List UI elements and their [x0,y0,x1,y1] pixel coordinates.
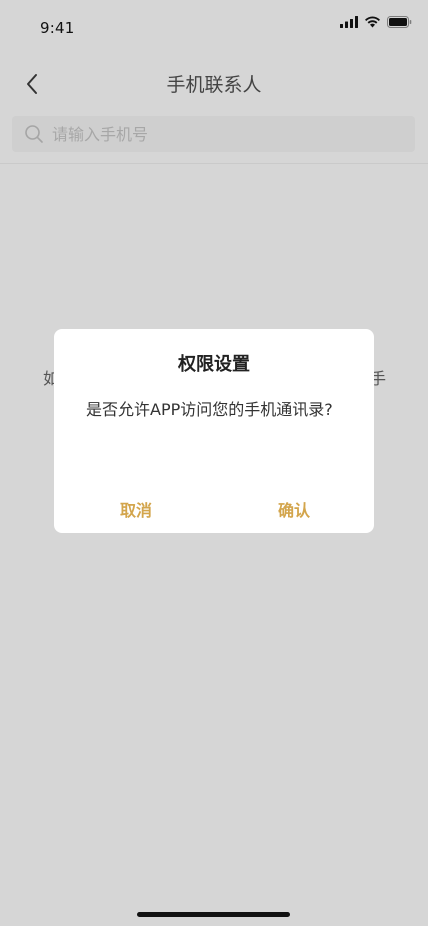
divider [0,163,428,164]
cellular-signal-icon [340,16,358,28]
nav-bar: 手机联系人 [0,60,428,106]
permission-dialog: 权限设置 是否允许APP访问您的手机通讯录? 取消 确认 [54,329,374,533]
search-box[interactable] [12,116,415,152]
dialog-actions: 取消 确认 [54,497,374,521]
status-time: 9:41 [40,19,75,37]
dialog-message: 是否允许APP访问您的手机通讯录? [86,400,333,419]
home-indicator [137,912,290,917]
cancel-button[interactable]: 取消 [76,497,196,521]
dialog-title: 权限设置 [178,354,250,375]
battery-icon [387,16,412,28]
search-icon [25,125,43,143]
wifi-icon [365,16,380,28]
search-input[interactable] [52,119,392,149]
page-title: 手机联系人 [166,74,262,96]
confirm-button[interactable]: 确认 [234,497,354,521]
status-icons [340,16,412,28]
status-bar: 9:41 [0,0,428,54]
